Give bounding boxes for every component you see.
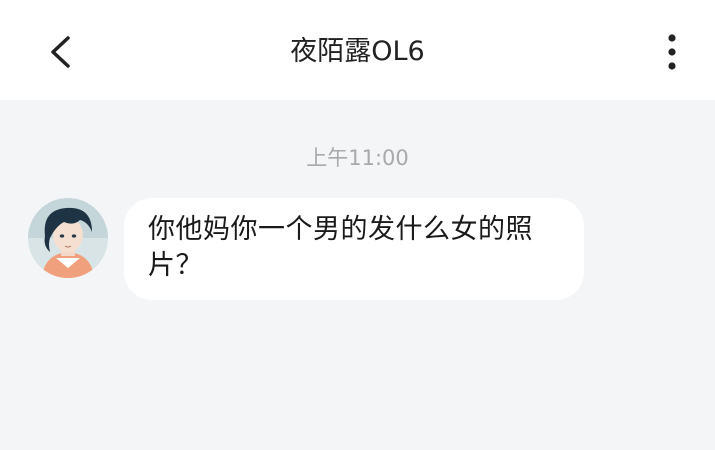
message-timestamp: 上午11:00 <box>306 146 409 170</box>
more-vertical-icon <box>668 34 676 70</box>
message-text: 你他妈你一个男的发什么女的照片？ <box>148 214 533 281</box>
anime-boy-avatar-icon <box>28 198 108 278</box>
top-bar: 夜陌露OL6 <box>0 0 715 100</box>
more-options-button[interactable] <box>652 30 692 74</box>
chat-title: 夜陌露OL6 <box>290 36 425 67</box>
avatar[interactable] <box>28 198 108 278</box>
message-bubble[interactable]: 你他妈你一个男的发什么女的照片？ <box>124 198 584 300</box>
